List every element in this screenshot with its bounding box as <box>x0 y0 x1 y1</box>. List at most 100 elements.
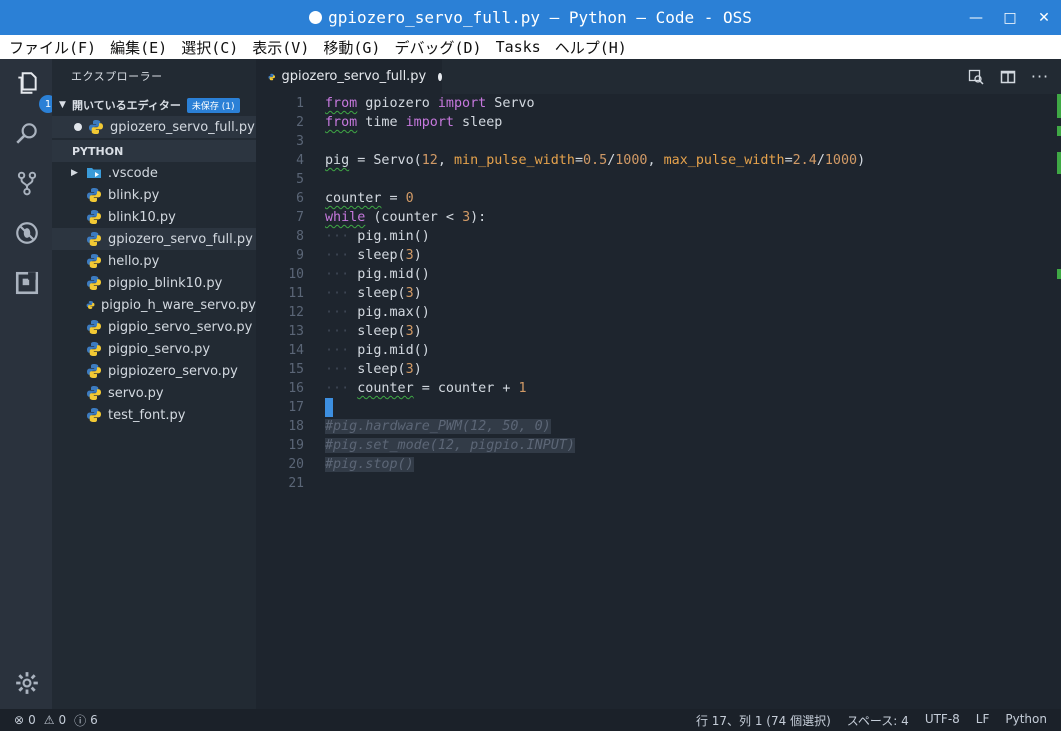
open-editor-item[interactable]: gpiozero_servo_full.py <box>52 116 256 138</box>
code-line-18: #pig.hardware_PWM(12, 50, 0) <box>325 419 551 434</box>
ruler-mark <box>1057 126 1061 136</box>
line-number: 5 <box>296 172 304 187</box>
menu-go[interactable]: 移動(G) <box>323 37 380 58</box>
code-line-10: ··· pig.mid() <box>325 267 430 282</box>
encoding-status[interactable]: UTF-8 <box>925 712 960 729</box>
code-line-2: from time import sleep <box>325 115 503 130</box>
explorer-icon[interactable]: 1 <box>13 69 57 113</box>
text-cursor <box>325 398 333 417</box>
window-title-text: gpiozero_servo_full.py — Python — Code -… <box>328 8 752 27</box>
unsaved-badge: 未保存 (1) <box>186 97 240 113</box>
python-file-icon <box>89 120 103 134</box>
python-file-icon <box>87 342 101 356</box>
more-actions-icon[interactable]: ··· <box>1031 67 1049 86</box>
editor-actions: ··· <box>967 59 1049 94</box>
file-item-label: blink10.py <box>108 209 176 225</box>
unsaved-dot-icon <box>74 123 82 131</box>
file-item[interactable]: pigpio_h_ware_servo.py <box>52 294 256 316</box>
editor-tab-bar: gpiozero_servo_full.py ··· <box>256 59 1061 94</box>
open-changes-icon[interactable] <box>967 68 985 86</box>
menu-file[interactable]: ファイル(F) <box>9 37 96 58</box>
unsaved-dot-icon <box>309 11 323 24</box>
menu-help[interactable]: ヘルプ(H) <box>555 37 627 58</box>
indentation-status[interactable]: スペース: 4 <box>847 712 909 729</box>
menu-debug[interactable]: デバッグ(D) <box>394 37 481 58</box>
settings-gear-icon[interactable] <box>13 669 41 697</box>
file-item[interactable]: pigpio_blink10.py <box>52 272 256 294</box>
unsaved-dot-icon[interactable] <box>438 72 442 81</box>
folder-item-vscode[interactable]: ▶ .vscode <box>52 162 256 184</box>
split-editor-icon[interactable] <box>999 68 1017 86</box>
minimize-icon[interactable]: — <box>969 10 983 26</box>
line-number: 1 <box>296 96 304 111</box>
file-item-label: blink.py <box>108 187 160 203</box>
python-file-icon <box>86 301 95 309</box>
file-item[interactable]: pigpio_servo.py <box>52 338 256 360</box>
folder-header-label: PYTHON <box>72 144 124 158</box>
code-line-9: ··· sleep(3) <box>325 248 422 263</box>
python-file-icon <box>87 320 101 334</box>
line-number: 15 <box>288 362 304 377</box>
file-item[interactable]: test_font.py <box>52 404 256 426</box>
code-line-14: ··· pig.mid() <box>325 343 430 358</box>
menu-edit[interactable]: 編集(E) <box>110 37 167 58</box>
status-right: 行 17、列 1 (74 個選択) スペース: 4 UTF-8 LF Pytho… <box>696 712 1061 729</box>
code-lines[interactable]: from gpiozero import Servo from time imp… <box>325 94 865 493</box>
file-item[interactable]: pigpio_servo_servo.py <box>52 316 256 338</box>
file-item-label: servo.py <box>108 385 164 401</box>
menu-tasks[interactable]: Tasks <box>496 38 541 56</box>
file-item[interactable]: hello.py <box>52 250 256 272</box>
menu-selection[interactable]: 選択(C) <box>181 37 238 58</box>
file-item[interactable]: pigpiozero_servo.py <box>52 360 256 382</box>
warning-icon: ⚠ <box>43 713 55 727</box>
line-number: 19 <box>288 438 304 453</box>
eol-status[interactable]: LF <box>976 712 990 729</box>
open-editors-header[interactable]: ▼ 開いているエディター 未保存 (1) <box>52 94 256 116</box>
line-number: 21 <box>288 476 304 491</box>
explorer-sidebar: エクスプローラー ▼ 開いているエディター 未保存 (1) gpiozero_s… <box>52 59 256 709</box>
title-bar: gpiozero_servo_full.py — Python — Code -… <box>0 0 1061 35</box>
cursor-position[interactable]: 行 17、列 1 (74 個選択) <box>696 712 831 729</box>
file-item-label: test_font.py <box>108 407 186 423</box>
search-icon[interactable] <box>13 119 41 147</box>
debug-icon[interactable] <box>13 219 41 247</box>
folder-header-python[interactable]: PYTHON <box>52 140 256 162</box>
maximize-icon[interactable]: □ <box>1003 10 1017 26</box>
activity-bar: 1 <box>0 59 57 709</box>
chevron-right-icon: ▶ <box>71 168 78 178</box>
line-number: 14 <box>288 343 304 358</box>
extensions-icon[interactable] <box>13 269 41 297</box>
menu-view[interactable]: 表示(V) <box>252 37 309 58</box>
line-number: 4 <box>296 153 304 168</box>
file-item[interactable]: blink.py <box>52 184 256 206</box>
python-file-icon <box>87 364 101 378</box>
python-file-icon <box>87 210 101 224</box>
tab-gpiozero-servo-full[interactable]: gpiozero_servo_full.py <box>256 59 442 94</box>
code-line-8: ··· pig.min() <box>325 229 430 244</box>
code-line-16: ··· counter = counter + 1 <box>325 381 527 396</box>
code-line-11: ··· sleep(3) <box>325 286 422 301</box>
file-item-label: pigpio_h_ware_servo.py <box>101 297 256 313</box>
python-file-icon <box>87 386 101 400</box>
source-control-icon[interactable] <box>13 169 41 197</box>
python-file-icon <box>87 188 101 202</box>
info-count: 6 <box>90 713 98 727</box>
file-item[interactable]: servo.py <box>52 382 256 404</box>
file-item[interactable]: blink10.py <box>52 206 256 228</box>
file-item-label: pigpio_blink10.py <box>108 275 223 291</box>
ruler-mark <box>1057 152 1061 174</box>
overview-ruler[interactable] <box>1055 94 1061 709</box>
file-item[interactable]: gpiozero_servo_full.py <box>52 228 256 250</box>
line-number: 2 <box>296 115 304 130</box>
code-editor[interactable]: 1 2 3 4 5 6 7 8 9 10 11 12 13 14 15 16 17 18 19 20 21 from g… <box>256 94 1061 709</box>
language-mode[interactable]: Python <box>1005 712 1047 729</box>
line-number: 13 <box>288 324 304 339</box>
code-line-20: #pig.stop() <box>325 457 414 472</box>
code-line-7: while (counter < 3): <box>325 210 487 225</box>
close-icon[interactable]: ✕ <box>1037 10 1051 26</box>
problems-status[interactable]: ⊗ 0 ⚠ 0 ⓘ 6 <box>0 712 98 729</box>
status-bar: ⊗ 0 ⚠ 0 ⓘ 6 行 17、列 1 (74 個選択) スペース: 4 UT… <box>0 709 1061 731</box>
python-file-icon <box>87 232 101 246</box>
